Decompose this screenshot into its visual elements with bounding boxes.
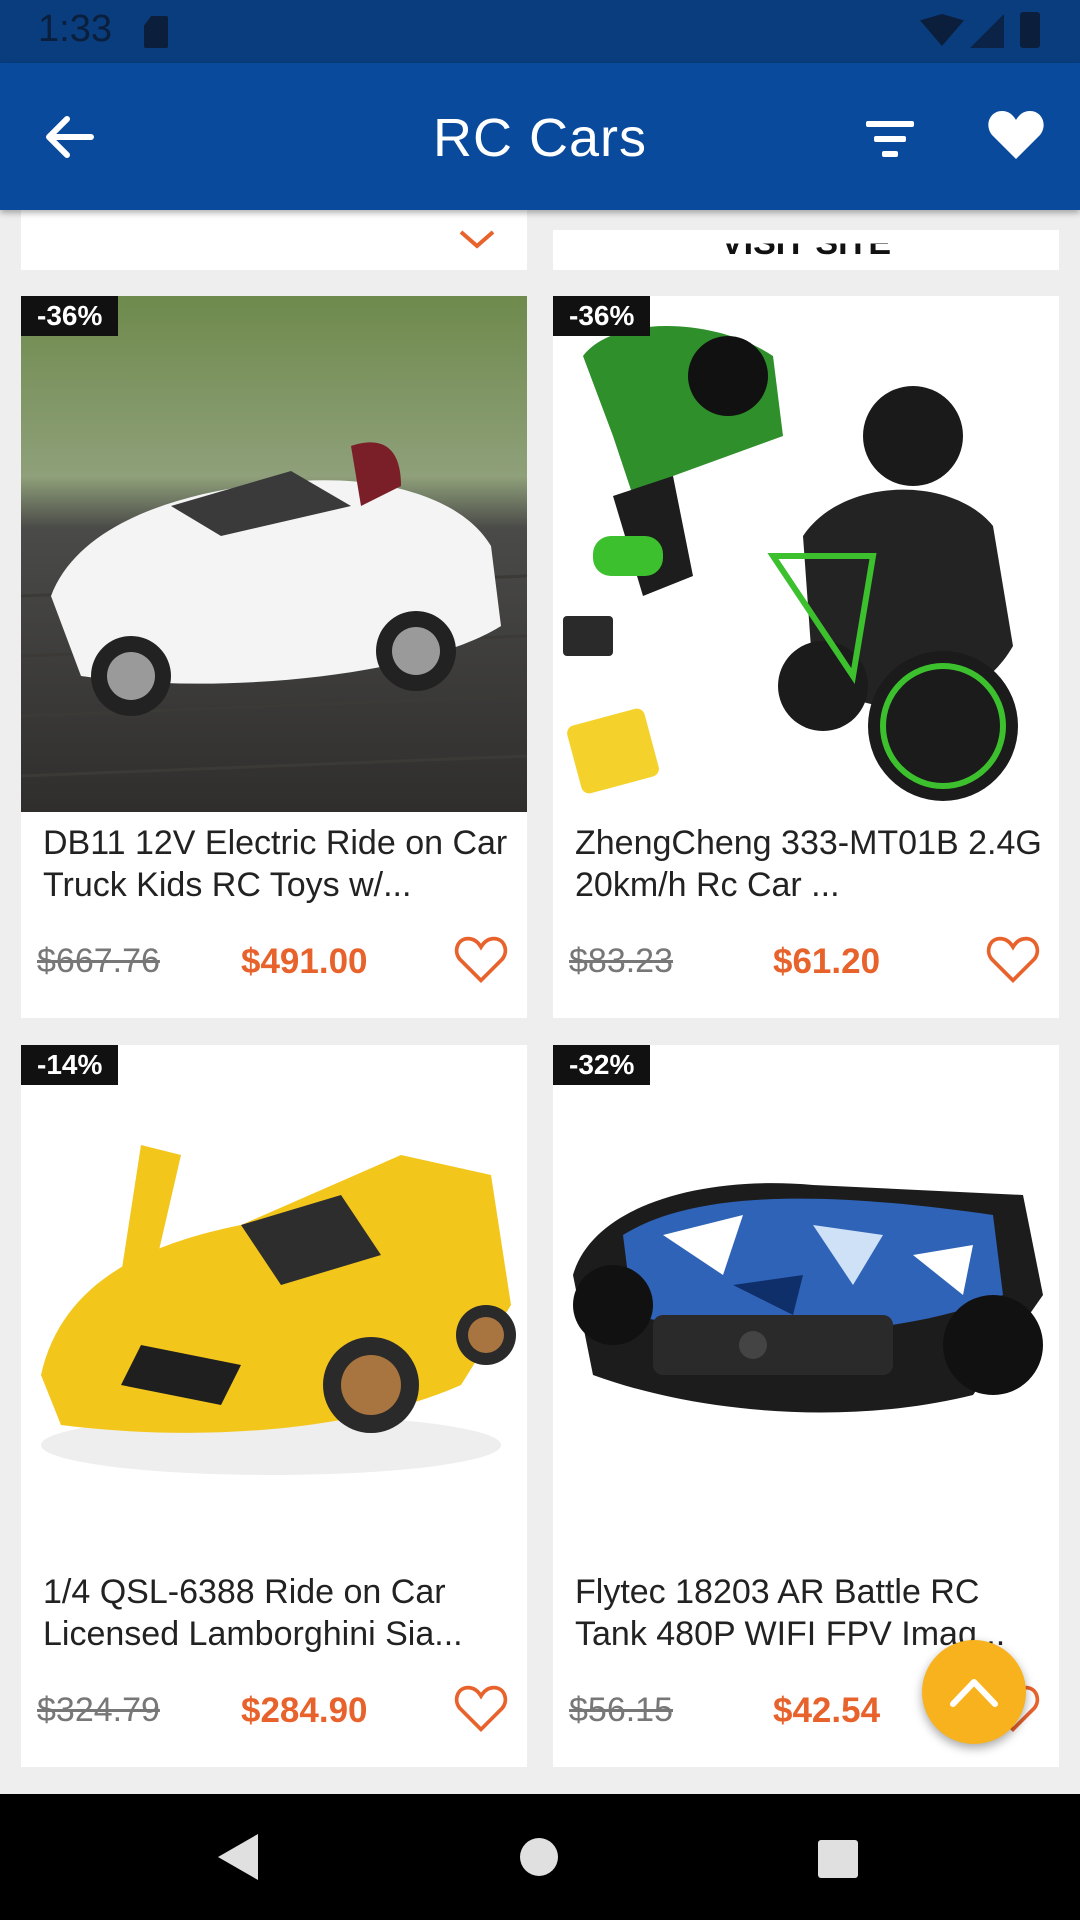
- discount-badge: -14%: [21, 1045, 119, 1085]
- product-image[interactable]: [553, 296, 1059, 812]
- product-title[interactable]: ZhengCheng 333-MT01B 2.4G 20km/h Rc Car …: [575, 822, 1045, 906]
- heart-outline-icon: [986, 936, 1040, 984]
- screen: 1:33 RC Cars VISIT SITE -36% DB11 12V El…: [0, 0, 1080, 1920]
- status-bar: 1:33: [0, 0, 1080, 63]
- favorite-button[interactable]: [453, 1683, 509, 1739]
- heart-outline-icon: [459, 230, 495, 249]
- new-price: $42.54: [773, 1691, 881, 1730]
- product-card[interactable]: -36% ZhengCheng 333-MT01B 2.4G 20km/h Rc…: [553, 296, 1059, 1018]
- favorite-button[interactable]: [985, 934, 1041, 990]
- nav-home-icon[interactable]: [520, 1838, 558, 1876]
- product-card[interactable]: -14% 1/4 QSL-6388 Ride on Car Licensed L…: [21, 1045, 527, 1767]
- heart-outline-icon: [454, 936, 508, 984]
- product-image[interactable]: [21, 1045, 527, 1561]
- signal-icon: [970, 14, 1004, 48]
- partial-card-left[interactable]: [21, 210, 527, 270]
- discount-badge: -36%: [553, 296, 651, 336]
- new-price: $491.00: [241, 942, 368, 981]
- filter-icon: [866, 121, 914, 157]
- old-price: $324.79: [37, 1691, 160, 1729]
- old-price: $56.15: [569, 1691, 673, 1729]
- wifi-icon: [920, 14, 964, 46]
- favorite-button[interactable]: [453, 934, 509, 990]
- product-image[interactable]: [553, 1045, 1059, 1561]
- old-price: $83.23: [569, 942, 673, 980]
- discount-badge: -36%: [21, 296, 119, 336]
- scroll-to-top-button[interactable]: [922, 1640, 1026, 1744]
- product-title[interactable]: 1/4 QSL-6388 Ride on Car Licensed Lambor…: [43, 1571, 513, 1655]
- app-bar: RC Cars: [0, 63, 1080, 210]
- product-title[interactable]: DB11 12V Electric Ride on Car Truck Kids…: [43, 822, 513, 906]
- filter-button[interactable]: [860, 111, 920, 167]
- chevron-up-icon: [950, 1679, 998, 1707]
- partial-card-right[interactable]: VISIT SITE: [553, 230, 1059, 270]
- heart-outline-icon: [454, 1685, 508, 1733]
- new-price: $61.20: [773, 942, 881, 981]
- status-time: 1:33: [38, 8, 112, 50]
- battery-icon: [1020, 12, 1040, 48]
- old-price: $667.76: [37, 942, 160, 980]
- product-image[interactable]: [21, 296, 527, 812]
- discount-badge: -32%: [553, 1045, 651, 1085]
- system-nav-bar: [0, 1794, 1080, 1920]
- product-card[interactable]: -36% DB11 12V Electric Ride on Car Truck…: [21, 296, 527, 1018]
- favorites-button[interactable]: [986, 107, 1046, 167]
- new-price: $284.90: [241, 1691, 368, 1730]
- heart-filled-icon: [988, 111, 1044, 159]
- sd-card-icon: [144, 16, 168, 48]
- visit-site-label: VISIT SITE: [720, 230, 892, 263]
- nav-recents-icon[interactable]: [818, 1840, 858, 1878]
- nav-back-icon[interactable]: [218, 1834, 258, 1880]
